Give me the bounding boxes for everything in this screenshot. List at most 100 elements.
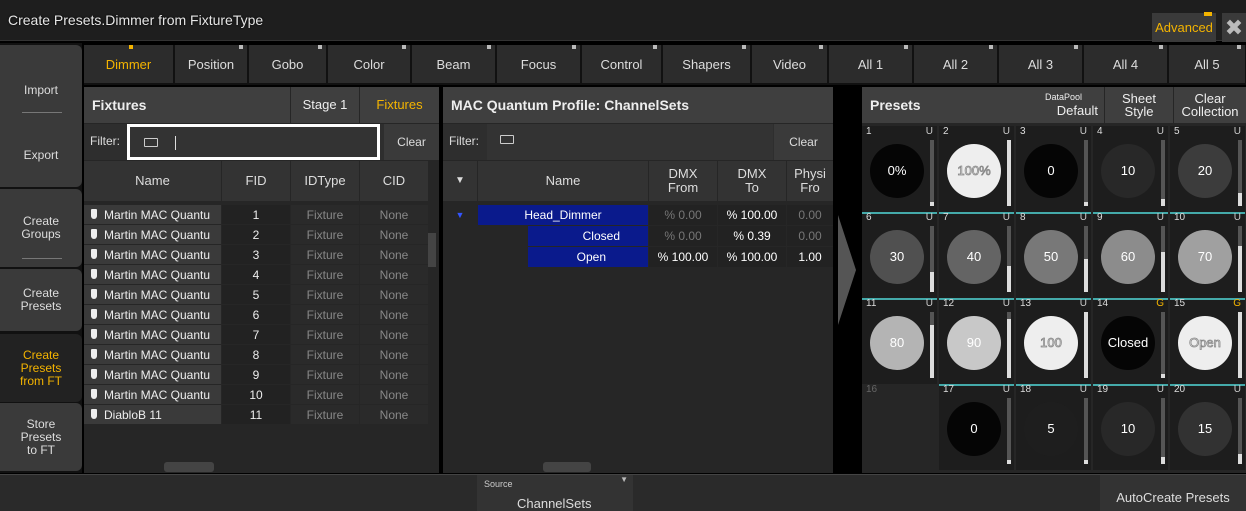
- clear-collection-button[interactable]: Clear Collection: [1174, 87, 1246, 123]
- level-fill: [1084, 460, 1088, 464]
- tab-all-2[interactable]: All 2: [914, 45, 998, 83]
- preset-cell[interactable]: 4 U 10: [1093, 126, 1168, 212]
- tab-dimmer[interactable]: Dimmer: [84, 45, 174, 83]
- table-row[interactable]: DiabloB 11 11 Fixture None: [84, 405, 439, 425]
- preset-cell[interactable]: 19 U 10: [1093, 384, 1168, 470]
- cs-row-open[interactable]: Open: [528, 247, 648, 267]
- preset-cell[interactable]: 18 U 5: [1016, 384, 1091, 470]
- preset-cell[interactable]: 9 U 60: [1093, 212, 1168, 298]
- preset-cell[interactable]: 14 G Closed: [1093, 298, 1168, 384]
- col-fid[interactable]: FID: [222, 161, 290, 201]
- tab-all-1[interactable]: All 1: [829, 45, 913, 83]
- preset-cell[interactable]: 2 U 100%: [939, 126, 1014, 212]
- preset-cell[interactable]: 15 G Open: [1170, 298, 1245, 384]
- preset-number: 3: [1020, 126, 1026, 137]
- table-row[interactable]: Martin MAC Quantu 9 Fixture None: [84, 365, 439, 385]
- channelsets-filter-input[interactable]: [487, 124, 773, 160]
- expand-all-icon[interactable]: ▼: [443, 161, 477, 201]
- preset-cell[interactable]: 16: [862, 384, 937, 470]
- table-row[interactable]: Martin MAC Quantu 4 Fixture None: [84, 265, 439, 285]
- table-row[interactable]: Martin MAC Quantu 6 Fixture None: [84, 305, 439, 325]
- cs-to: % 0.39: [718, 226, 786, 246]
- channelsets-clear-button[interactable]: Clear: [774, 124, 833, 160]
- preset-cell[interactable]: 10 U 70: [1170, 212, 1245, 298]
- fixtures-filter-input[interactable]: [127, 124, 380, 160]
- tab-color[interactable]: Color: [328, 45, 411, 83]
- cs-col-name[interactable]: Name: [478, 161, 648, 201]
- left-menu-3[interactable]: Create Presets: [0, 269, 82, 331]
- tab-all-5[interactable]: All 5: [1169, 45, 1246, 83]
- collapse-icon[interactable]: ▼: [443, 205, 477, 225]
- tab-focus[interactable]: Focus: [497, 45, 581, 83]
- horizontal-scroll-handle[interactable]: [543, 462, 591, 472]
- level-fill: [1084, 202, 1088, 206]
- preset-cell[interactable]: 5 U 20: [1170, 126, 1245, 212]
- table-row[interactable]: Martin MAC Quantu 8 Fixture None: [84, 345, 439, 365]
- left-menu-0[interactable]: Import: [0, 45, 82, 135]
- table-row[interactable]: Martin MAC Quantu 7 Fixture None: [84, 325, 439, 345]
- autocreate-presets-button[interactable]: AutoCreate Presets: [1100, 475, 1246, 511]
- preset-cell[interactable]: 17 U 0: [939, 384, 1014, 470]
- col-idtype[interactable]: IDType: [291, 161, 359, 201]
- source-selector[interactable]: Source ChannelSets ▼: [477, 475, 633, 511]
- col-name[interactable]: Name: [84, 161, 221, 201]
- sheet-style-button[interactable]: Sheet Style: [1105, 87, 1173, 123]
- tab-video[interactable]: Video: [752, 45, 828, 83]
- level-fill: [1084, 312, 1088, 378]
- preset-cell[interactable]: 12 U 90: [939, 298, 1014, 384]
- level-fill: [930, 325, 934, 378]
- tab-position[interactable]: Position: [175, 45, 248, 83]
- datapool-selector[interactable]: DataPool Default: [1022, 87, 1104, 123]
- col-cid[interactable]: CID: [360, 161, 428, 201]
- cs-row-head-dimmer[interactable]: Head_Dimmer: [478, 205, 648, 225]
- fixtures-tab[interactable]: Fixtures: [360, 87, 439, 123]
- tab-shapers[interactable]: Shapers: [663, 45, 751, 83]
- preset-type-flag: U: [1002, 212, 1010, 223]
- preset-cell[interactable]: 13 U 100: [1016, 298, 1091, 384]
- keyboard-icon[interactable]: [500, 135, 514, 144]
- close-icon[interactable]: ✖: [1222, 13, 1246, 42]
- left-menu-2[interactable]: Create Groups: [0, 189, 82, 267]
- preset-cell[interactable]: 3 U0: [1016, 126, 1091, 212]
- advanced-button[interactable]: Advanced: [1152, 12, 1216, 42]
- keyboard-icon[interactable]: [144, 138, 158, 147]
- tab-beam[interactable]: Beam: [412, 45, 496, 83]
- preset-cell[interactable]: 1 U 0%: [862, 126, 937, 212]
- preset-cell[interactable]: 8 U 50: [1016, 212, 1091, 298]
- preset-cell[interactable]: 20 U 15: [1170, 384, 1245, 470]
- tab-all-4[interactable]: All 4: [1084, 45, 1168, 83]
- tab-control[interactable]: Control: [582, 45, 662, 83]
- left-menu-5[interactable]: Store Presets to FT: [0, 403, 82, 471]
- tab-all-3[interactable]: All 3: [999, 45, 1083, 83]
- cs-row-closed[interactable]: Closed: [528, 226, 648, 246]
- table-row[interactable]: Martin MAC Quantu 5 Fixture None: [84, 285, 439, 305]
- stage-selector[interactable]: Stage 1: [291, 87, 359, 123]
- tab-label: All 4: [1112, 57, 1139, 72]
- horizontal-scroll-handle[interactable]: [164, 462, 214, 472]
- cs-col-physical[interactable]: Physi Fro: [787, 161, 833, 201]
- fixture-cell-fid: 3: [222, 245, 290, 264]
- vertical-scroll-handle[interactable]: [428, 233, 436, 267]
- left-menu-label: Create Presets from FT: [20, 347, 62, 388]
- left-menu-1[interactable]: Export: [0, 123, 82, 187]
- fixture-cell-cid: None: [360, 245, 428, 264]
- fixture-cell-cid: None: [360, 345, 428, 364]
- table-row[interactable]: Martin MAC Quantu 10 Fixture None: [84, 385, 439, 405]
- tab-gobo[interactable]: Gobo: [249, 45, 327, 83]
- table-row[interactable]: Martin MAC Quantu 2 Fixture None: [84, 225, 439, 245]
- left-menu-4[interactable]: Create Presets from FT: [0, 334, 82, 402]
- table-row[interactable]: Martin MAC Quantu 1 Fixture None: [84, 205, 439, 225]
- fixtures-clear-button[interactable]: Clear: [384, 124, 439, 160]
- cs-col-dmx-from[interactable]: DMX From: [649, 161, 717, 201]
- fixture-cell-name: Martin MAC Quantu: [84, 345, 221, 364]
- cs-col-dmx-to[interactable]: DMX To: [718, 161, 786, 201]
- preset-preview: 30: [870, 230, 924, 284]
- fixture-cell-fid: 11: [222, 405, 290, 424]
- fixture-cell-idt: Fixture: [291, 245, 359, 264]
- tab-label: Color: [353, 57, 385, 72]
- preset-type-flag: U: [1002, 298, 1010, 309]
- preset-cell[interactable]: 7 U 40: [939, 212, 1014, 298]
- table-row[interactable]: Martin MAC Quantu 3 Fixture None: [84, 245, 439, 265]
- preset-cell[interactable]: 11 U 80: [862, 298, 937, 384]
- preset-cell[interactable]: 6 U 30: [862, 212, 937, 298]
